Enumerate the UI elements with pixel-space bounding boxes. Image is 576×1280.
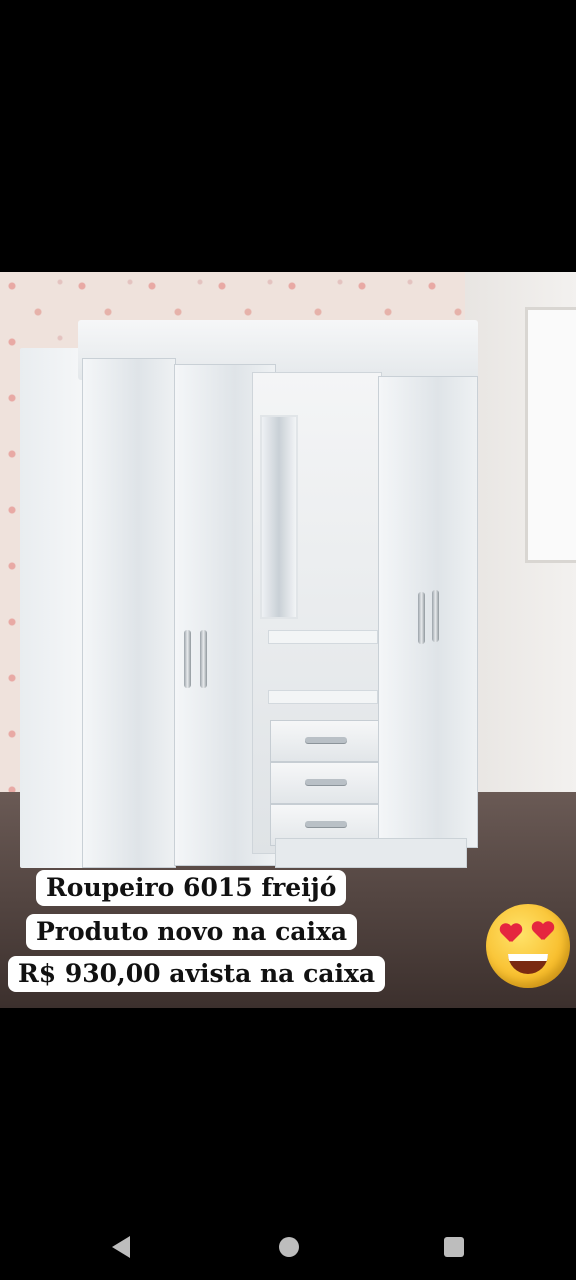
wardrobe-door-right — [378, 376, 478, 848]
wardrobe-shelf — [268, 630, 378, 644]
caption-condition: Produto novo na caixa — [26, 914, 358, 950]
heart-icon — [500, 924, 522, 944]
wardrobe-drawer — [270, 720, 382, 762]
recents-icon[interactable] — [444, 1237, 464, 1257]
system-nav-bar — [0, 1210, 576, 1280]
drawer-pull — [305, 821, 347, 827]
wardrobe-base — [275, 838, 467, 868]
wardrobe-mirror — [260, 415, 298, 619]
home-icon[interactable] — [279, 1237, 299, 1257]
wardrobe — [20, 320, 480, 870]
window — [525, 307, 576, 563]
smile-mouth — [508, 954, 548, 974]
door-handle — [432, 590, 439, 642]
back-icon[interactable] — [112, 1236, 130, 1258]
door-handle — [200, 630, 207, 688]
wardrobe-shelf — [268, 690, 378, 704]
caption-price: R$ 930,00 avista na caixa — [8, 956, 386, 992]
wardrobe-drawer — [270, 762, 382, 804]
heart-eyes-emoji — [486, 904, 570, 988]
door-handle — [418, 592, 425, 644]
wardrobe-door-left — [82, 358, 176, 868]
caption-title: Roupeiro 6015 freijó — [36, 870, 347, 906]
drawer-pull — [305, 737, 347, 743]
heart-icon — [532, 922, 554, 942]
door-handle — [184, 630, 191, 688]
drawer-pull — [305, 779, 347, 785]
